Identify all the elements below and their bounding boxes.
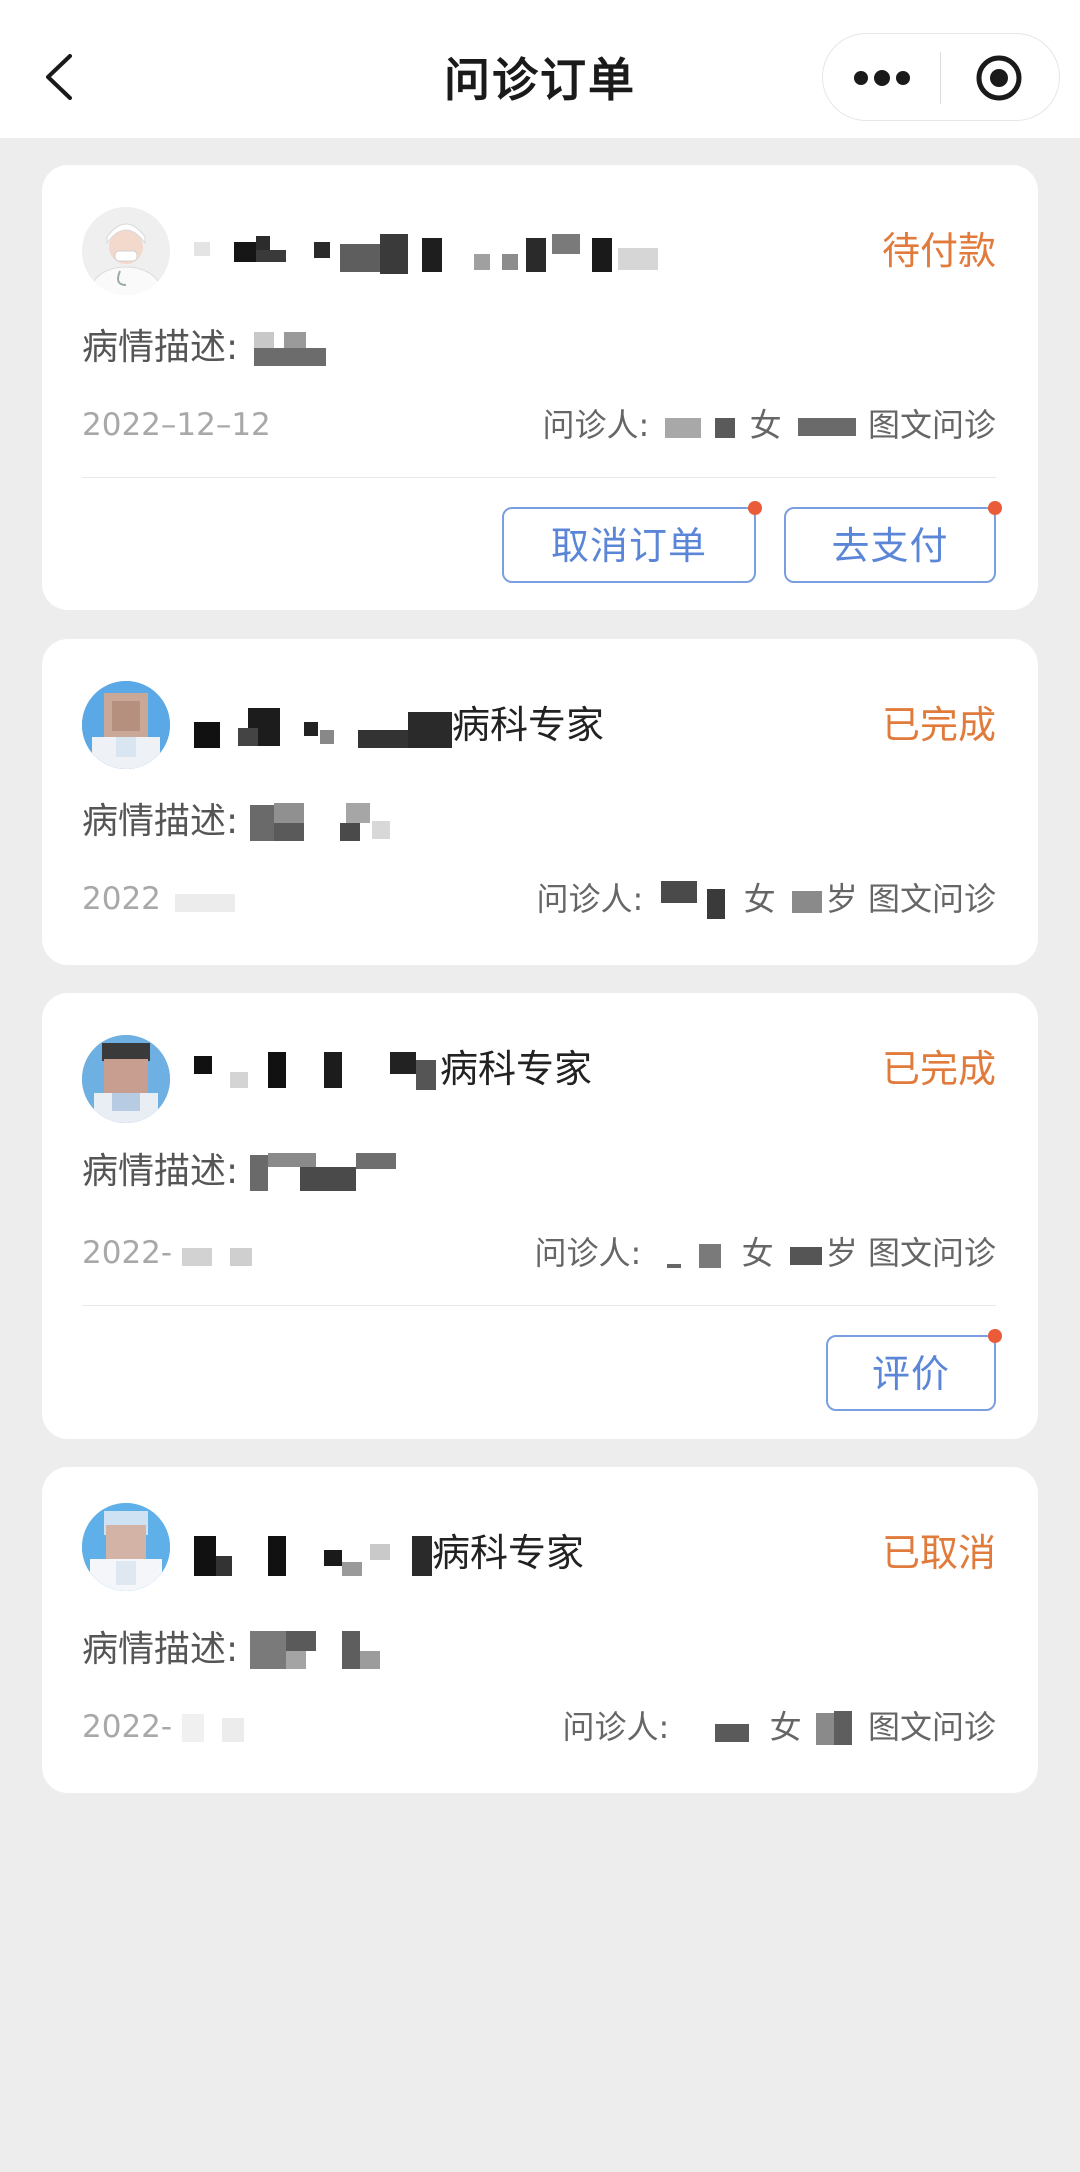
more-icon[interactable]	[853, 68, 911, 88]
cancel-order-button[interactable]: 取消订单	[502, 501, 762, 583]
redacted-text	[679, 1714, 759, 1744]
order-card[interactable]: 病科专家 已完成 病情描述: 2022- 问诊人: 女 岁 图文问诊 评价	[42, 993, 1038, 1439]
doctor-avatar-image	[82, 207, 170, 295]
status-badge: 已完成	[881, 1047, 996, 1091]
consult-type: 图文问诊	[867, 1234, 996, 1272]
order-date: 2022-	[82, 1231, 262, 1275]
doctor-title: 病科专家	[432, 1531, 585, 1575]
doctor-avatar-image	[82, 1503, 170, 1591]
status-badge: 已完成	[881, 703, 996, 747]
redacted-text	[812, 1711, 858, 1747]
order-date: 2022–12–12	[82, 407, 271, 443]
divider	[82, 1305, 996, 1306]
redacted-text	[786, 887, 826, 915]
description-label: 病情描述:	[82, 1629, 239, 1670]
divider	[82, 477, 996, 478]
patient-info: 问诊人: 女 图文问诊	[562, 1705, 996, 1749]
consult-type: 图文问诊	[867, 1708, 996, 1746]
redacted-text	[194, 707, 452, 748]
nav-bar: 问诊订单	[0, 0, 1080, 138]
patient-gender: 女	[741, 1234, 774, 1272]
doctor-avatar	[82, 1035, 170, 1123]
description-label: 病情描述:	[82, 327, 239, 368]
doctor-name: 病科专家	[194, 1039, 592, 1099]
patient-label: 问诊人:	[536, 880, 644, 918]
order-card[interactable]: 病科专家 已完成 病情描述: 2022 问诊人: 女 岁 图文问诊	[42, 639, 1038, 965]
redacted-text	[194, 233, 864, 274]
status-badge: 待付款	[881, 229, 996, 273]
description-label: 病情描述:	[82, 1151, 239, 1192]
description-label: 病情描述:	[82, 801, 239, 842]
doctor-name	[194, 221, 864, 281]
order-card[interactable]: 病科专家 已取消 病情描述: 2022- 问诊人: 女 图文问诊	[42, 1467, 1038, 1793]
description-row: 病情描述:	[82, 1625, 400, 1675]
age-unit: 岁	[825, 880, 858, 918]
doctor-avatar	[82, 681, 170, 769]
close-miniprogram-icon[interactable]	[975, 54, 1023, 102]
patient-label: 问诊人:	[534, 1234, 642, 1272]
doctor-name: 病科专家	[194, 1523, 584, 1583]
order-card[interactable]: 待付款 病情描述: 2022–12–12 问诊人: 女 图文问诊 取消订单 去支…	[42, 165, 1038, 610]
consult-type: 图文问诊	[867, 406, 996, 444]
status-badge: 已取消	[881, 1531, 996, 1575]
redacted-text	[651, 1240, 731, 1270]
redacted-text	[659, 416, 739, 438]
patient-info: 问诊人: 女 岁 图文问诊	[536, 877, 996, 921]
patient-gender: 女	[749, 406, 782, 444]
description-row: 病情描述:	[82, 323, 330, 373]
redacted-text	[181, 1713, 252, 1744]
redacted-text	[653, 881, 733, 921]
redacted-text	[249, 803, 400, 843]
redacted-text	[249, 1631, 400, 1671]
patient-info: 问诊人: 女 岁 图文问诊	[534, 1231, 996, 1275]
doctor-title: 病科专家	[452, 703, 605, 747]
patient-gender: 女	[743, 880, 776, 918]
doctor-avatar-image	[82, 681, 170, 769]
description-row: 病情描述:	[82, 797, 400, 847]
redacted-text	[250, 332, 330, 366]
doctor-avatar	[82, 1503, 170, 1591]
redacted-text	[194, 1535, 432, 1576]
description-row: 病情描述:	[82, 1147, 400, 1197]
patient-label: 问诊人:	[562, 1708, 670, 1746]
miniprogram-capsule	[822, 33, 1060, 121]
patient-gender: 女	[769, 1708, 802, 1746]
patient-info: 问诊人: 女 图文问诊	[542, 403, 996, 447]
redacted-text	[181, 1244, 262, 1266]
doctor-avatar-image	[82, 1035, 170, 1123]
doctor-avatar	[82, 207, 170, 295]
order-date: 2022	[82, 877, 241, 921]
redacted-text	[792, 416, 858, 438]
doctor-title: 病科专家	[440, 1047, 593, 1091]
redacted-text	[194, 1051, 440, 1092]
notification-dot	[988, 501, 1002, 515]
capsule-divider	[940, 52, 941, 104]
age-unit: 岁	[825, 1234, 858, 1272]
pay-button[interactable]: 去支付	[784, 501, 1002, 583]
redacted-text	[171, 890, 241, 912]
consult-type: 图文问诊	[867, 880, 996, 918]
notification-dot	[988, 1329, 1002, 1343]
redacted-text	[249, 1153, 400, 1193]
notification-dot	[748, 501, 762, 515]
doctor-name: 病科专家	[194, 695, 604, 755]
redacted-text	[784, 1241, 826, 1269]
patient-label: 问诊人:	[542, 406, 650, 444]
review-button[interactable]: 评价	[826, 1329, 1002, 1411]
order-date: 2022-	[82, 1705, 252, 1749]
